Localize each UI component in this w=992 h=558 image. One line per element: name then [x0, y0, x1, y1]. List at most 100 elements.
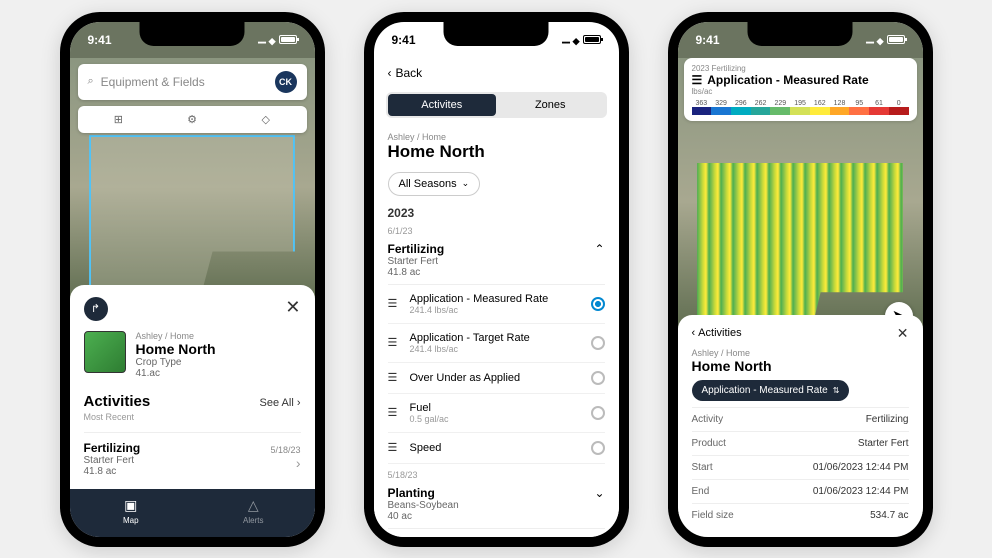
legend-value: 61 — [869, 100, 889, 107]
legend-cell: 329 — [711, 100, 731, 115]
activity-fertilizing[interactable]: Fertilizing Starter Fert 41.8 ac ⌃ — [388, 236, 605, 285]
back-activities[interactable]: ‹ Activities — [692, 327, 742, 339]
status-time: 9:41 — [392, 33, 416, 47]
screen-2: 9:41 ‹ Back Activites Zones Ashley / Hom… — [374, 22, 619, 537]
layer-name: Application - Measured Rate — [410, 293, 583, 305]
see-all-link[interactable]: See All › — [260, 397, 301, 409]
detail-row: Start01/06/2023 12:44 PM — [692, 455, 909, 479]
chevron-up-icon: ⌃ — [594, 242, 604, 278]
activity-date: 6/1/23 — [388, 226, 605, 236]
exp-acres: 41.8 ac — [388, 267, 445, 278]
map-type-toggle[interactable]: ⊞ ⚙ ◇ — [78, 106, 307, 133]
seg-tractor-icon[interactable]: ⚙ — [155, 110, 229, 129]
activity-row[interactable]: Fertilizing Starter Fert 41.8 ac 5/18/23… — [84, 432, 301, 477]
battery-icon — [279, 35, 297, 44]
legend-cell: 262 — [751, 100, 771, 115]
legend-swatch — [711, 107, 731, 115]
activity-planting[interactable]: Planting Beans-Soybean 40 ac ⌄ — [388, 480, 605, 529]
status-time: 9:41 — [696, 33, 720, 47]
layer-value: 241.4 lbs/ac — [410, 344, 583, 354]
directions-button[interactable]: ↱ — [84, 297, 108, 321]
field-name: Home North — [388, 142, 605, 162]
chevron-down-icon: ⌄ — [462, 178, 470, 189]
seg-grid-icon[interactable]: ⊞ — [82, 110, 156, 129]
user-avatar[interactable]: CK — [275, 71, 297, 93]
phone-3: 9:41 2023 Fertilizing ☰ Application - Me… — [668, 12, 933, 547]
detail-value: 01/06/2023 12:44 PM — [813, 486, 909, 497]
tab-zones[interactable]: Zones — [496, 94, 605, 116]
map-view[interactable]: ⌕ Equipment & Fields CK ⊞ ⚙ ◇ ➤ ↱ ✕ — [70, 58, 315, 489]
radio-button[interactable] — [591, 441, 605, 455]
detail-key: End — [692, 486, 710, 497]
legend-swatch — [770, 107, 790, 115]
breadcrumb: Ashley / Home — [388, 132, 605, 142]
activities-title: Activities — [84, 393, 151, 410]
season-filter[interactable]: All Seasons ⌄ — [388, 172, 481, 196]
legend-swatch — [849, 107, 869, 115]
close-button[interactable]: ✕ — [285, 297, 300, 321]
legend-value: 0 — [889, 100, 909, 107]
layer-name: Application - Target Rate — [410, 332, 583, 344]
wifi-icon — [269, 33, 276, 47]
detail-value: Fertilizing — [866, 414, 909, 425]
bottom-nav: ▣ Map △ Alerts — [70, 489, 315, 537]
chevron-down-icon: ⌄ — [594, 486, 604, 522]
notch — [444, 22, 549, 46]
screen-3: 9:41 2023 Fertilizing ☰ Application - Me… — [678, 22, 923, 537]
exp-product: Starter Fert — [388, 256, 445, 267]
field-acres: 41.ac — [136, 368, 216, 379]
legend-sub: 2023 Fertilizing — [692, 64, 909, 73]
map-view[interactable]: 2023 Fertilizing ☰ Application - Measure… — [678, 58, 923, 537]
layer-value: 0.5 gal/ac — [410, 414, 583, 424]
legend-swatch — [751, 107, 771, 115]
wifi-icon — [573, 33, 580, 47]
legend-value: 95 — [849, 100, 869, 107]
activity-date: 5/18/23 — [270, 445, 300, 455]
layers-icon: ☰ — [388, 297, 402, 310]
field-thumbnail[interactable] — [84, 331, 126, 373]
notch — [748, 22, 853, 46]
layers-icon: ☰ — [388, 371, 402, 384]
activity-product: Starter Fert — [84, 455, 271, 466]
radio-button[interactable] — [591, 406, 605, 420]
nav-map[interactable]: ▣ Map — [70, 497, 193, 525]
radio-button[interactable] — [591, 336, 605, 350]
signal-icon — [561, 33, 569, 47]
legend-swatch — [790, 107, 810, 115]
layer-row[interactable]: ☰ Application - Measured Rate241.4 lbs/a… — [388, 285, 605, 324]
details-card: ‹ Activities ✕ Ashley / Home Home North … — [678, 315, 923, 537]
layer-chip[interactable]: Application - Measured Rate ⇅ — [692, 380, 850, 401]
detail-key: Product — [692, 438, 726, 449]
layer-row[interactable]: ☰ Over Under as Applied — [388, 363, 605, 394]
close-button[interactable]: ✕ — [897, 325, 909, 342]
search-icon: ⌕ — [88, 75, 94, 88]
legend-cell: 296 — [731, 100, 751, 115]
legend-swatch — [731, 107, 751, 115]
legend-value: 195 — [790, 100, 810, 107]
back-button[interactable]: ‹ Back — [374, 58, 619, 88]
notch — [140, 22, 245, 46]
layer-row[interactable]: ☰ Application - Target Rate241.4 lbs/ac — [388, 324, 605, 363]
layer-row[interactable]: ☰ Speed — [388, 433, 605, 464]
legend-value: 262 — [751, 100, 771, 107]
legend-title: ☰ Application - Measured Rate — [692, 73, 909, 87]
tab-activities[interactable]: Activites — [388, 94, 497, 116]
heatmap-field[interactable] — [697, 163, 903, 335]
seg-tag-icon[interactable]: ◇ — [229, 110, 303, 129]
activity-date: 5/18/23 — [388, 470, 605, 480]
activities-panel: ‹ Back Activites Zones Ashley / Home Hom… — [374, 58, 619, 537]
legend-swatch — [889, 107, 909, 115]
exp-product: Beans-Soybean — [388, 500, 459, 511]
field-boundary[interactable] — [89, 135, 295, 290]
legend-cell: 363 — [692, 100, 712, 115]
activity-acres: 41.8 ac — [84, 466, 271, 477]
radio-button[interactable] — [591, 371, 605, 385]
nav-alerts[interactable]: △ Alerts — [192, 497, 315, 525]
layer-row[interactable]: ☰ Fuel0.5 gal/ac — [388, 394, 605, 433]
chevron-left-icon: ‹ — [388, 66, 392, 80]
status-icons — [257, 33, 296, 47]
layers-icon: ☰ — [388, 441, 402, 454]
legend-swatch — [692, 107, 712, 115]
radio-button[interactable] — [591, 297, 605, 311]
search-bar[interactable]: ⌕ Equipment & Fields CK — [78, 64, 307, 100]
